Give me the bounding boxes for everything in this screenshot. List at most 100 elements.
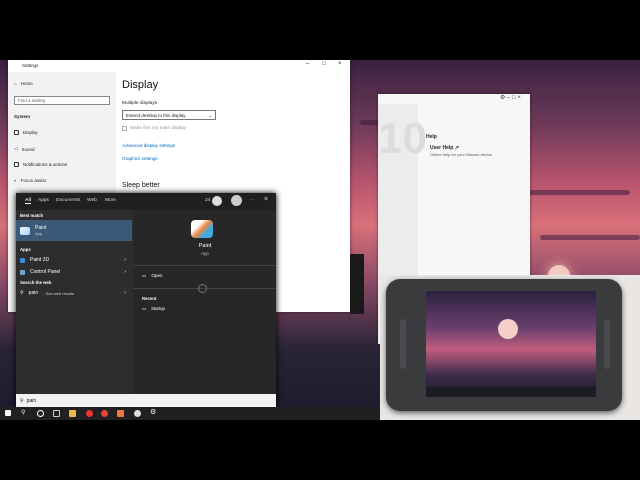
maximize-button[interactable]: □ [322,61,326,67]
best-match-paint[interactable]: Paint App [16,220,132,241]
recent-item-label: Startup [151,306,165,311]
page-title: Display [122,79,159,91]
tab-documents[interactable]: Documents [56,198,80,203]
more-options-icon[interactable]: ··· [250,198,255,203]
open-label: Open [151,273,163,278]
divider [134,265,276,266]
recent-label: Recent [142,296,157,301]
recent-item[interactable]: ▭ Startup [142,306,165,312]
close-icon[interactable]: × [264,196,268,203]
detail-pane: Paint App ▭ Open Recent ▭ Startup [134,210,276,411]
window-controls[interactable]: ⚙ – □ × [500,94,521,101]
chevron-right-icon[interactable]: › [124,290,126,296]
nav-label: Sound [21,146,35,152]
file-explorer-icon[interactable] [69,410,76,417]
find-setting-input[interactable]: Find a setting [14,96,110,105]
app-icon[interactable] [134,410,141,417]
gear-icon[interactable]: ⚙ [150,408,157,416]
nav-label: Notifications & actions [23,162,68,167]
make-main-display-checkbox[interactable]: Make this my main display [122,126,186,131]
results-pane: Best match Paint App Apps Paint 3D › Contr… [16,210,132,411]
dark-panel [350,254,364,314]
minimize-button[interactable]: – [306,61,309,67]
web-result-suffix: - See web results [43,290,75,296]
advanced-display-settings-link[interactable]: Advanced display settings [122,143,175,148]
focus-assist-icon: ◐ [14,178,17,183]
sidebar-item-display[interactable]: Display [14,130,38,135]
partial-text: ings [348,316,356,321]
search-web-label: Search the web [20,280,52,285]
settings-title: Settings [22,63,39,68]
cloud [540,235,640,240]
search-icon[interactable]: ⚲ [21,409,28,416]
chevron-right-icon[interactable]: › [124,257,126,263]
dropdown-value: Extend desktop to this display [126,113,186,118]
app-label: Paint 3D [30,257,50,263]
multiple-displays-dropdown[interactable]: Extend desktop to this display ⌄ [122,110,216,120]
avatar[interactable] [231,195,242,206]
chevron-down-icon: ⌄ [208,113,212,118]
home-icon: ⌂ [14,81,17,86]
nav-label: Display [23,130,38,135]
apps-label: Apps [20,247,31,252]
web-result[interactable]: ⚲ pain - See web results › [16,287,132,299]
sound-icon: ◁ [14,146,18,151]
tablet-sun [498,319,518,339]
express-keys [604,319,610,369]
checkbox-icon [122,126,127,131]
watermark: 10 [378,114,427,163]
sleep-better-heading: Sleep better [122,182,160,189]
windows-start-icon[interactable] [5,410,11,416]
sidebar-item-home[interactable]: ⌂ Home [14,81,33,86]
chrome-icon[interactable] [86,410,93,417]
web-result-text: pain [28,290,39,296]
close-button[interactable]: × [338,61,342,67]
app-icon[interactable] [117,410,124,417]
multiple-displays-label: Multiple displays [122,101,158,106]
sidebar-item-sound[interactable]: ◁ Sound [14,146,34,152]
user-help-desc: Online help for your Wacom device [430,152,493,157]
checkbox-label: Make this my main display [130,126,187,131]
pen-tablet [386,279,622,411]
help-heading: Help [426,134,437,140]
browser-icon[interactable] [101,410,108,417]
nav-label: Focus assist [20,178,46,183]
open-action[interactable]: ▭ Open [142,273,163,279]
paint-icon [20,226,30,235]
express-keys [400,319,406,369]
external-link-icon: ↗ [454,145,459,151]
detail-name: Paint [198,243,212,249]
rewards-icon[interactable] [212,196,222,206]
expand-icon[interactable] [198,284,207,293]
tab-more[interactable]: More [105,198,116,203]
tab-all[interactable]: All [25,198,32,204]
open-icon: ▭ [142,273,147,278]
list-item-control-panel[interactable]: Control Panel › [16,266,132,278]
task-view-icon[interactable] [37,410,44,417]
chevron-right-icon[interactable]: › [124,269,126,275]
folder-icon: ▭ [142,306,147,311]
display-icon [14,130,19,135]
taskbar-app-icon[interactable] [53,410,60,417]
tablet-taskbar [426,387,596,397]
notifications-icon [14,162,19,167]
tablet-screen [426,291,596,397]
best-match-label: Best match [20,213,44,218]
paint-large-icon [191,220,213,238]
search-text: pain [26,397,37,404]
search-tabs: All Apps Documents Web More 24 ··· × [16,193,276,210]
graphics-settings-link[interactable]: Graphics settings [122,156,158,161]
search-box[interactable]: ⚲ pain [16,394,276,407]
paint3d-icon [20,257,25,263]
sidebar-item-focus-assist[interactable]: ◐ Focus assist [14,178,46,183]
list-item-paint3d[interactable]: Paint 3D › [16,254,132,266]
detail-type: App [201,251,209,256]
tab-apps[interactable]: Apps [38,198,49,203]
tab-web[interactable]: Web [87,198,97,203]
sidebar-item-notifications[interactable]: Notifications & actions [14,162,67,167]
search-icon: ⚲ [20,290,24,296]
settings-titlebar: Settings – □ × [8,60,350,72]
user-help-link[interactable]: User Help ↗ [430,145,459,151]
user-help-title: User Help [430,145,454,151]
section-system: System [14,114,31,119]
